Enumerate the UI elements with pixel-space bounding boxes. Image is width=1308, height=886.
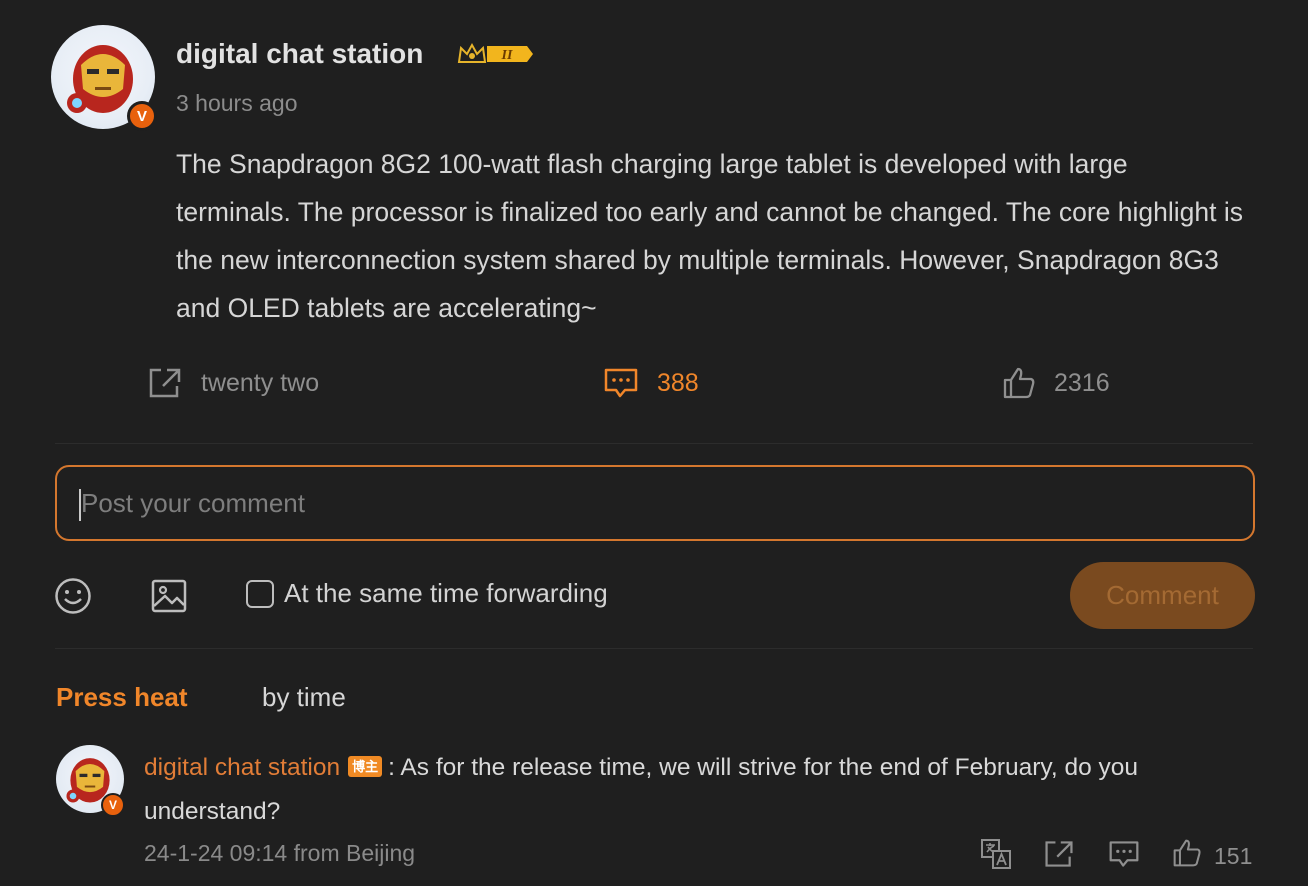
like-button[interactable]: 2316: [1002, 366, 1110, 400]
divider: [55, 648, 1253, 649]
comment-box[interactable]: [55, 465, 1255, 541]
comment-author[interactable]: digital chat station: [144, 754, 340, 781]
translate-icon: [980, 838, 1012, 870]
comment-like-count: 151: [1214, 842, 1253, 869]
level-badge-text: II: [501, 48, 513, 63]
comment-reply-button[interactable]: [1108, 838, 1140, 870]
comment-icon: [603, 366, 639, 400]
comment-icon: [1108, 838, 1140, 870]
forward-button[interactable]: twenty two: [147, 366, 319, 400]
image-icon[interactable]: [150, 577, 188, 615]
forward-checkbox-label: At the same time forwarding: [284, 578, 608, 608]
post-text: The Snapdragon 8G2 100-watt flash chargi…: [176, 149, 1244, 323]
comment-like-button[interactable]: 151: [1172, 838, 1252, 874]
comment-meta: 24-1-24 09:14 from Beijing: [144, 840, 416, 866]
emoji-icon[interactable]: [54, 577, 92, 615]
forward-icon: [147, 366, 183, 400]
like-icon: [1172, 838, 1202, 874]
comment-forward-button[interactable]: [1043, 838, 1075, 870]
owner-tag-badge: 博主: [348, 756, 383, 777]
comment-count: 388: [657, 368, 699, 397]
verified-icon: V: [127, 101, 157, 131]
sort-by-heat-tab[interactable]: Press heat: [56, 682, 188, 713]
post-timestamp: 3 hours ago: [176, 90, 298, 116]
divider: [55, 443, 1253, 444]
comment-separator: :: [388, 754, 395, 781]
forward-count: twenty two: [201, 368, 320, 397]
post-author-name[interactable]: digital chat station: [176, 38, 423, 70]
text-caret: [79, 489, 81, 521]
forward-icon: [1043, 838, 1075, 870]
comment-submit-button[interactable]: Comment: [1070, 562, 1255, 629]
forward-checkbox[interactable]: At the same time forwarding: [246, 578, 608, 609]
verified-icon: V: [101, 793, 125, 817]
sort-by-time-tab[interactable]: by time: [262, 682, 346, 713]
comment-button[interactable]: 388: [603, 366, 699, 400]
comment-input[interactable]: [57, 467, 1253, 539]
like-count: 2316: [1054, 368, 1110, 397]
crown-level-icon[interactable]: II: [455, 38, 535, 70]
translate-button[interactable]: [980, 838, 1012, 870]
checkbox-box[interactable]: [246, 579, 274, 608]
like-icon: [1002, 366, 1036, 400]
comment-item: digital chat station 博主: As for the relea…: [144, 746, 1254, 834]
